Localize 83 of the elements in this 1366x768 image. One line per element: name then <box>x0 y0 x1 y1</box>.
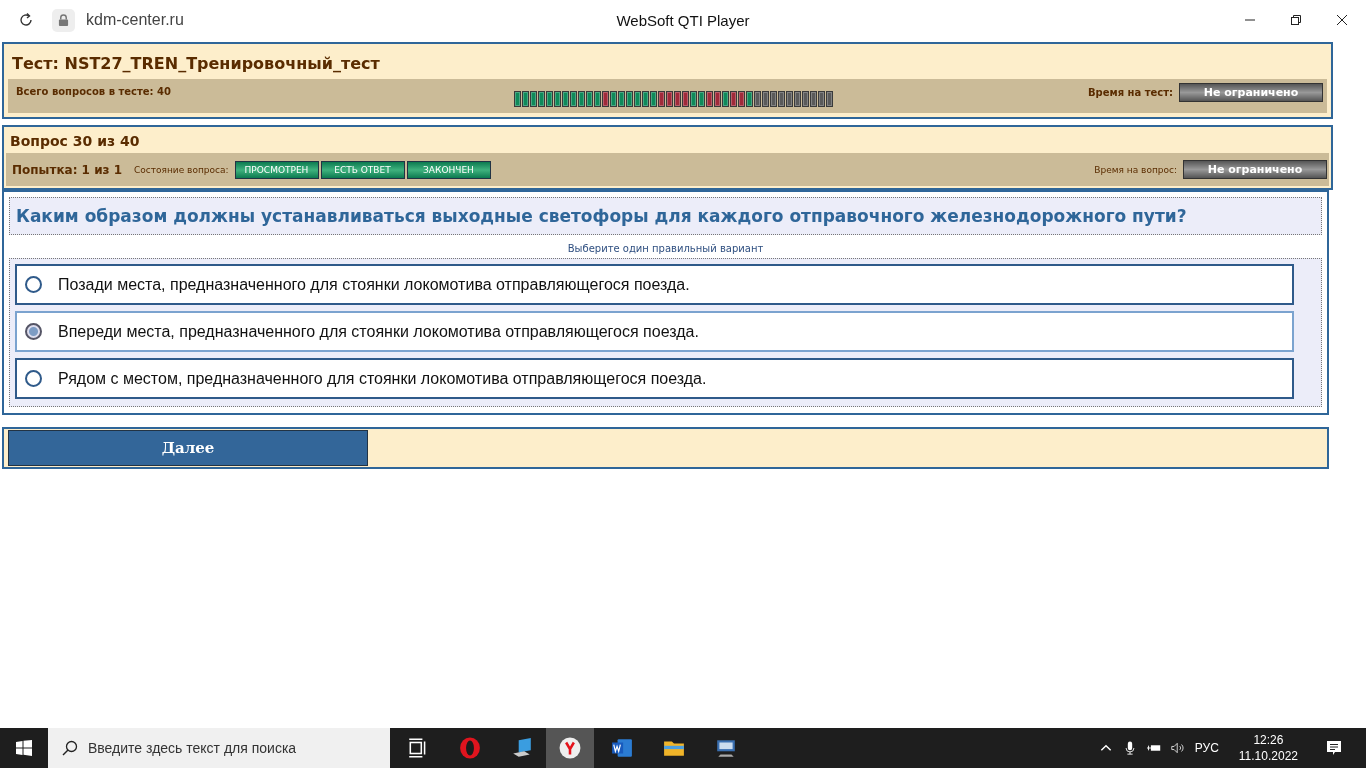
question-progress-cell[interactable] <box>537 91 545 107</box>
test-title: Тест: NST27_TREN_Тренировочный_тест <box>11 53 381 75</box>
answer-option[interactable]: Позади места, предназначенного для стоянки локомотива отправляющегося поезда. <box>15 264 1294 305</box>
clock-time[interactable]: 12:26 <box>1253 732 1284 748</box>
question-progress-cell[interactable] <box>753 91 761 107</box>
question-state-badge: ЗАКОНЧЕН <box>406 160 491 179</box>
question-progress-cell[interactable] <box>801 91 809 107</box>
option-text: Впереди места, предназначенного для стоянки локомотива отправляющегося поезда. <box>58 322 699 341</box>
question-progress-cell[interactable] <box>665 91 673 107</box>
option-text: Позади места, предназначенного для стоянки локомотива отправляющегося поезда. <box>58 275 690 294</box>
question-progress-cell[interactable] <box>625 91 633 107</box>
question-progress-cell[interactable] <box>705 91 713 107</box>
question-progress-cell[interactable] <box>809 91 817 107</box>
question-time-label: Время на вопрос: <box>1094 164 1177 175</box>
question-progress-cell[interactable] <box>729 91 737 107</box>
question-state-label: Состояние вопроса: <box>134 164 229 175</box>
question-progress-cell[interactable] <box>769 91 777 107</box>
window-title: WebSoft QTI Player <box>616 11 750 29</box>
question-progress-cell[interactable] <box>713 91 721 107</box>
question-progress-cell[interactable] <box>609 91 617 107</box>
restore-icon[interactable] <box>1290 14 1302 26</box>
attempt-text: Попытка: 1 из 1 <box>12 161 123 179</box>
question-progress-cell[interactable] <box>561 91 569 107</box>
close-icon[interactable] <box>1336 14 1348 26</box>
network-computer-icon[interactable] <box>715 737 737 759</box>
question-progress-cell[interactable] <box>617 91 625 107</box>
question-progress-cell[interactable] <box>545 91 553 107</box>
opera-icon[interactable] <box>459 737 481 759</box>
windows-start-icon[interactable] <box>16 740 32 756</box>
word-icon[interactable] <box>611 737 633 759</box>
test-time-value: Не ограничено <box>1179 83 1323 102</box>
question-progress-cell[interactable] <box>793 91 801 107</box>
question-progress-cell[interactable] <box>785 91 793 107</box>
radio-button[interactable] <box>25 323 42 340</box>
question-progress-cell[interactable] <box>593 91 601 107</box>
question-progress-cell[interactable] <box>601 91 609 107</box>
question-progress-cell[interactable] <box>569 91 577 107</box>
lock-icon[interactable] <box>52 8 75 32</box>
question-progress-cell[interactable] <box>529 91 537 107</box>
question-progress-cell[interactable] <box>777 91 785 107</box>
question-progress-cell[interactable] <box>825 91 833 107</box>
question-progress-cell[interactable] <box>745 91 753 107</box>
taskbar-search-field[interactable]: Введите здесь текст для поиска <box>48 728 390 768</box>
option-text: Рядом с местом, предназначенного для стоянки локомотива отправляющегося поезда. <box>58 369 707 388</box>
next-button[interactable]: Далее <box>8 430 368 466</box>
clock-date[interactable]: 11.10.2022 <box>1238 748 1298 764</box>
question-progress-cell[interactable] <box>681 91 689 107</box>
question-progress-cell[interactable] <box>641 91 649 107</box>
speaker-icon[interactable] <box>1170 741 1185 755</box>
question-progress-cell[interactable] <box>657 91 665 107</box>
question-progress-cell[interactable] <box>521 91 529 107</box>
question-progress-cell[interactable] <box>649 91 657 107</box>
question-progress-cell[interactable] <box>817 91 825 107</box>
yandex-browser-icon[interactable] <box>559 737 581 759</box>
question-progress-cell[interactable] <box>585 91 593 107</box>
question-time-value: Не ограничено <box>1183 160 1327 179</box>
question-progress-cell[interactable] <box>633 91 641 107</box>
reload-icon[interactable] <box>18 12 34 28</box>
question-state-badge: ЕСТЬ ОТВЕТ <box>320 160 405 179</box>
computer-icon[interactable] <box>511 737 533 759</box>
search-icon <box>62 740 78 756</box>
question-progress-cell[interactable] <box>721 91 729 107</box>
radio-button[interactable] <box>25 370 42 387</box>
address-text[interactable]: kdm-center.ru <box>86 11 184 29</box>
total-questions-text: Всего вопросов в тесте: 40 <box>16 85 171 99</box>
question-text: Каким образом должны устанавливаться выходные светофоры для каждого отправочного железнодорожного пути? <box>9 197 1322 235</box>
language-indicator[interactable]: РУС <box>1194 741 1219 755</box>
notification-icon[interactable] <box>1326 740 1342 756</box>
question-progress-cell[interactable] <box>697 91 705 107</box>
question-progress-cell[interactable] <box>577 91 585 107</box>
question-progress-cell[interactable] <box>513 91 521 107</box>
question-progress-cell[interactable] <box>761 91 769 107</box>
answer-option[interactable]: Впереди места, предназначенного для стоянки локомотива отправляющегося поезда. <box>15 311 1294 352</box>
question-progress-cell[interactable] <box>553 91 561 107</box>
instruction-text: Выберите один правильный вариант <box>566 242 765 256</box>
question-progress-cell[interactable] <box>673 91 681 107</box>
question-state-badge: ПРОСМОТРЕН <box>234 160 319 179</box>
question-number: Вопрос 30 из 40 <box>9 132 141 151</box>
question-progress-cell[interactable] <box>689 91 697 107</box>
test-time-label: Время на тест: <box>1087 85 1173 100</box>
answer-option[interactable]: Рядом с местом, предназначенного для стоянки локомотива отправляющегося поезда. <box>15 358 1294 399</box>
radio-button[interactable] <box>25 276 42 293</box>
question-progress-cell[interactable] <box>737 91 745 107</box>
